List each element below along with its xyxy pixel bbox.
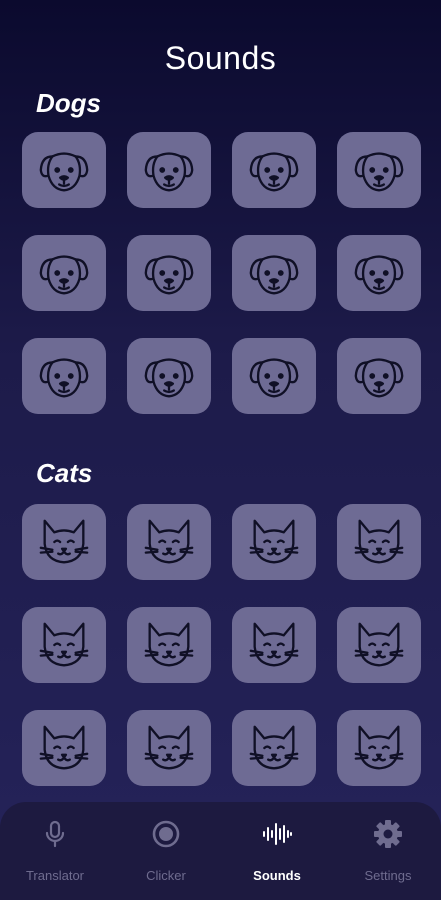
nav-item-translator[interactable]: Translator (0, 802, 110, 900)
cat-sound-tile[interactable] (232, 504, 316, 580)
gear-icon (374, 820, 402, 848)
dog-face-icon (140, 141, 198, 199)
cat-sound-tile[interactable] (127, 607, 211, 683)
dog-face-icon (350, 347, 408, 405)
cat-face-icon (140, 513, 198, 571)
cat-sound-tile[interactable] (127, 504, 211, 580)
section-label-dogs: Dogs (36, 88, 101, 118)
dog-face-icon (140, 244, 198, 302)
dog-sound-tile[interactable] (127, 132, 211, 208)
dog-sound-tile[interactable] (232, 132, 316, 208)
dog-face-icon (35, 347, 93, 405)
dog-face-icon (245, 244, 303, 302)
cat-sound-tile[interactable] (337, 504, 421, 580)
bottom-nav: Translator Clicker Sounds Settings (0, 802, 441, 900)
page-title: Sounds (164, 40, 277, 76)
dog-sound-tile[interactable] (22, 338, 106, 414)
cat-face-icon (140, 719, 198, 777)
dog-sound-tile[interactable] (232, 235, 316, 311)
nav-label: Translator (25, 868, 85, 883)
cat-sound-tile[interactable] (232, 710, 316, 786)
dog-face-icon (140, 347, 198, 405)
cat-face-icon (245, 719, 303, 777)
section-label-cats: Cats (36, 458, 93, 488)
dog-sound-tile[interactable] (127, 338, 211, 414)
cat-face-icon (35, 616, 93, 674)
dog-face-icon (245, 347, 303, 405)
dog-face-icon (35, 244, 93, 302)
dog-sound-tile[interactable] (22, 132, 106, 208)
microphone-icon (45, 820, 65, 848)
cat-face-icon (140, 616, 198, 674)
cat-sound-tile[interactable] (127, 710, 211, 786)
nav-label: Sounds (253, 868, 301, 883)
dog-sound-tile[interactable] (337, 132, 421, 208)
dog-sound-tile[interactable] (337, 235, 421, 311)
sound-wave-icon (263, 823, 292, 845)
dog-face-icon (350, 141, 408, 199)
cat-sound-tile[interactable] (337, 710, 421, 786)
cat-face-icon (245, 513, 303, 571)
dog-face-icon (245, 141, 303, 199)
dog-sound-tile[interactable] (127, 235, 211, 311)
dog-sound-tile[interactable] (232, 338, 316, 414)
clicker-icon (152, 820, 180, 848)
cat-sound-tile[interactable] (22, 504, 106, 580)
cat-sound-tile[interactable] (22, 607, 106, 683)
cat-face-icon (350, 513, 408, 571)
cat-face-icon (35, 513, 93, 571)
nav-label: Clicker (146, 868, 186, 883)
cat-face-icon (350, 719, 408, 777)
cat-face-icon (245, 616, 303, 674)
nav-label: Settings (364, 868, 412, 883)
cat-sound-tile[interactable] (232, 607, 316, 683)
cat-sound-tile[interactable] (337, 607, 421, 683)
dog-face-icon (350, 244, 408, 302)
nav-item-sounds[interactable]: Sounds (222, 802, 332, 900)
nav-item-clicker[interactable]: Clicker (111, 802, 221, 900)
cat-face-icon (350, 616, 408, 674)
nav-item-settings[interactable]: Settings (333, 802, 441, 900)
dog-sound-tile[interactable] (337, 338, 421, 414)
dog-face-icon (35, 141, 93, 199)
dog-sound-tile[interactable] (22, 235, 106, 311)
cat-sound-tile[interactable] (22, 710, 106, 786)
cat-face-icon (35, 719, 93, 777)
